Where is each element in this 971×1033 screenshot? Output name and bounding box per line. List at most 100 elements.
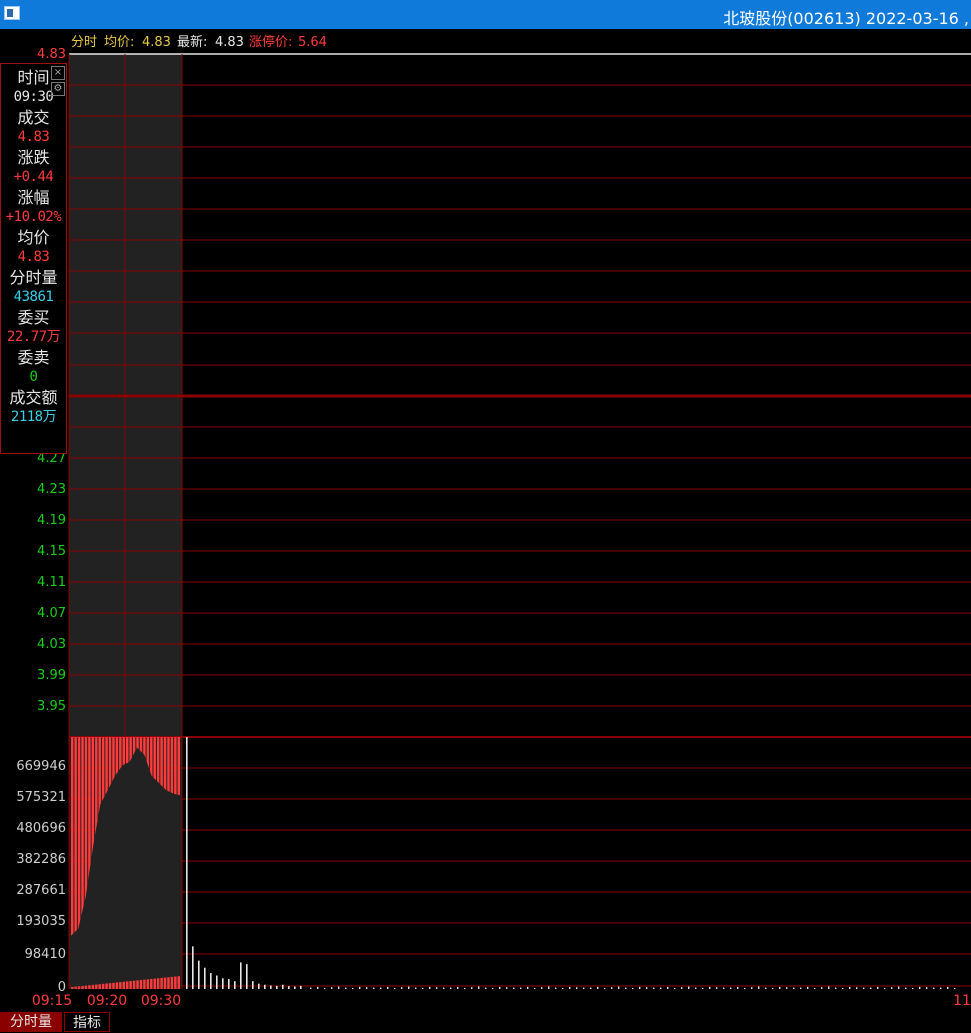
avg-value: 4.83 xyxy=(142,35,171,50)
volume-bar xyxy=(228,979,230,989)
volume-bar xyxy=(856,987,858,989)
volume-bar xyxy=(192,946,194,989)
volume-label: 480696 xyxy=(16,821,66,836)
volume-bar xyxy=(730,987,732,989)
volume-bar xyxy=(443,987,445,989)
volume-bar xyxy=(352,987,354,989)
volume-bar xyxy=(401,987,403,989)
volume-bar xyxy=(828,986,830,989)
deal-label: 成交 xyxy=(17,108,50,127)
auction-tick xyxy=(129,981,132,989)
volume-bar xyxy=(471,987,473,989)
volume-bar xyxy=(842,987,844,989)
volume-bar xyxy=(240,962,242,989)
volume-bar xyxy=(457,986,459,989)
volume-bar xyxy=(478,986,480,989)
auction-tick xyxy=(98,984,101,989)
volume-bar xyxy=(252,981,254,989)
volume-bar xyxy=(210,973,212,989)
volume-bar xyxy=(359,986,361,989)
volume-bar xyxy=(429,986,431,989)
volume-bar xyxy=(604,987,606,989)
volume-bar xyxy=(744,987,746,989)
time-label: 11 xyxy=(953,993,971,1009)
volume-bar xyxy=(485,987,487,989)
change-value: +0.44 xyxy=(13,169,54,185)
volume-bar xyxy=(499,986,501,989)
auction-tick xyxy=(132,980,136,989)
change-label: 涨跌 xyxy=(17,148,50,167)
volume-bar xyxy=(310,987,312,989)
volume-bar xyxy=(940,987,942,989)
latest-value: 4.83 xyxy=(215,35,244,50)
volume-bar xyxy=(186,737,188,989)
volume-bar xyxy=(234,981,236,989)
price-label: 4.23 xyxy=(37,482,66,497)
volume-bar xyxy=(276,985,278,989)
volume-bar xyxy=(807,986,809,989)
price-label: 3.99 xyxy=(37,668,66,683)
volume-bar xyxy=(681,987,683,989)
tab-volume[interactable]: 分时量 xyxy=(0,1012,62,1032)
volume-bar xyxy=(632,987,634,989)
volume-label: 193035 xyxy=(16,914,66,929)
tab-indicator[interactable]: 指标 xyxy=(64,1012,110,1032)
bid-value: 22.77万 xyxy=(6,329,61,345)
volume-bar xyxy=(786,987,788,989)
volume-bar xyxy=(737,986,739,989)
volume-bar xyxy=(597,986,599,989)
volume-bar xyxy=(450,987,452,989)
volume-bar xyxy=(695,987,697,989)
volume-bar xyxy=(835,987,837,989)
auction-tick xyxy=(139,980,143,989)
time-label: 09:30 xyxy=(141,993,181,1009)
auction-tick xyxy=(163,977,167,989)
auction-tick xyxy=(81,985,84,989)
volume-bar xyxy=(667,986,669,989)
volume-label: 669946 xyxy=(16,759,66,774)
info-panel: × ⚙ 时间 09:30 成交 4.83 涨跌 +0.44 涨幅 +10.02%… xyxy=(0,63,67,454)
price-label: 4.11 xyxy=(37,575,66,590)
volume-bar xyxy=(366,987,368,989)
volume-bar xyxy=(541,987,543,989)
volume-bar xyxy=(933,987,935,989)
volume-bar xyxy=(534,987,536,989)
volume-bar xyxy=(772,987,774,989)
volume-bar xyxy=(436,987,438,989)
volume-bar xyxy=(583,987,585,989)
volume-bar xyxy=(646,987,648,989)
volume-bar xyxy=(947,986,949,989)
volume-label: 382286 xyxy=(16,852,66,867)
volume-bar xyxy=(562,987,564,989)
volume-bar xyxy=(660,987,662,989)
price-label: 4.07 xyxy=(37,606,66,621)
volume-bar xyxy=(919,986,921,989)
volume-bar xyxy=(877,986,879,989)
volume-bar xyxy=(793,987,795,989)
volume-bar xyxy=(513,987,515,989)
bid-label: 委买 xyxy=(17,308,50,327)
volume-label: 575321 xyxy=(16,790,66,805)
volume-label: 98410 xyxy=(25,947,66,962)
auction-tick xyxy=(146,979,150,989)
volume-bar xyxy=(300,985,302,989)
time-label: 09:15 xyxy=(32,993,72,1009)
close-icon[interactable]: × xyxy=(51,66,65,80)
auction-tick xyxy=(91,984,95,989)
volume-bar xyxy=(246,964,248,989)
price-label: 4.03 xyxy=(37,637,66,652)
auction-tick xyxy=(170,976,174,989)
volume-bar xyxy=(800,987,802,989)
volume-bar xyxy=(653,987,655,989)
volume-label: 287661 xyxy=(16,883,66,898)
volume-bar xyxy=(688,986,690,989)
volume-bar xyxy=(324,987,326,989)
volume-bar xyxy=(387,986,389,989)
volume-bar xyxy=(288,986,290,989)
latest-label: 最新: xyxy=(177,34,207,50)
gear-icon[interactable]: ⚙ xyxy=(51,82,65,96)
intraday-chart[interactable]: 4.834.314.274.234.194.154.114.074.033.99… xyxy=(0,29,971,1012)
amount-label: 成交额 xyxy=(9,388,58,407)
chart-header: 分时 均价: 4.83 最新: 4.83 涨停价: 5.64 xyxy=(71,34,327,50)
auction-tick xyxy=(74,986,77,989)
